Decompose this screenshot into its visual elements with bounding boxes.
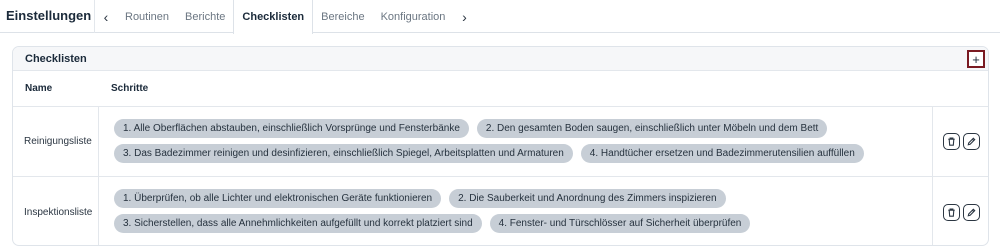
top-navigation: Einstellungen ‹ Routinen Berichte Checkl… — [0, 0, 1000, 34]
row-actions — [933, 177, 988, 245]
tab-bereiche[interactable]: Bereiche — [313, 0, 372, 33]
table-row: Inspektionsliste 1. Überprüfen, ob alle … — [13, 177, 988, 245]
step-chip: 4. Fenster- und Türschlösser auf Sicherh… — [489, 214, 751, 233]
checklist-name: Reinigungsliste — [13, 107, 99, 176]
tab-routinen[interactable]: Routinen — [117, 0, 177, 33]
step-chip: 3. Das Badezimmer reinigen und desinfizi… — [114, 144, 573, 163]
checklist-name: Inspektionsliste — [13, 177, 99, 245]
tab-konfiguration[interactable]: Konfiguration — [373, 0, 454, 33]
row-actions — [933, 107, 988, 176]
delete-button[interactable] — [943, 203, 960, 221]
page-title: Einstellungen — [6, 8, 92, 23]
tab-checklisten[interactable]: Checklisten — [233, 0, 314, 34]
step-chip: 1. Alle Oberflächen abstauben, einschlie… — [114, 119, 469, 138]
tab-berichte[interactable]: Berichte — [177, 0, 233, 33]
card-header: Checklisten + — [13, 47, 988, 71]
edit-button[interactable] — [963, 203, 980, 221]
column-header-steps: Schritte — [111, 83, 149, 94]
trash-icon — [948, 208, 955, 217]
checklists-table: Name Schritte Reinigungsliste 1. Alle Ob… — [13, 71, 988, 245]
delete-button[interactable] — [943, 133, 960, 150]
edit-button[interactable] — [963, 133, 980, 150]
chevron-left-icon[interactable]: ‹ — [95, 0, 117, 33]
checklist-steps: 1. Überprüfen, ob alle Lichter und elekt… — [99, 177, 933, 245]
add-checklist-button[interactable]: + — [967, 50, 985, 68]
table-header: Name Schritte — [13, 71, 988, 107]
trash-icon — [948, 137, 955, 146]
chevron-right-icon[interactable]: › — [453, 0, 475, 33]
checklist-steps: 1. Alle Oberflächen abstauben, einschlie… — [99, 107, 933, 176]
pencil-icon — [967, 137, 976, 146]
step-chip: 2. Den gesamten Boden saugen, einschließ… — [476, 119, 828, 138]
step-chip: 2. Die Sauberkeit und Anordnung des Zimm… — [449, 189, 726, 208]
step-chip: 3. Sicherstellen, dass alle Annehmlichke… — [114, 214, 482, 233]
tab-bar: ‹ Routinen Berichte Checklisten Bereiche… — [94, 0, 475, 34]
step-chip: 1. Überprüfen, ob alle Lichter und elekt… — [114, 189, 442, 208]
pencil-icon — [967, 208, 976, 216]
column-header-name: Name — [25, 83, 53, 94]
checklists-card: Checklisten + Name Schritte Reinigungsli… — [12, 46, 989, 246]
step-chip: 4. Handtücher ersetzen und Badezimmerute… — [580, 144, 864, 163]
card-title: Checklisten — [25, 53, 87, 65]
table-row: Reinigungsliste 1. Alle Oberflächen abst… — [13, 107, 988, 177]
